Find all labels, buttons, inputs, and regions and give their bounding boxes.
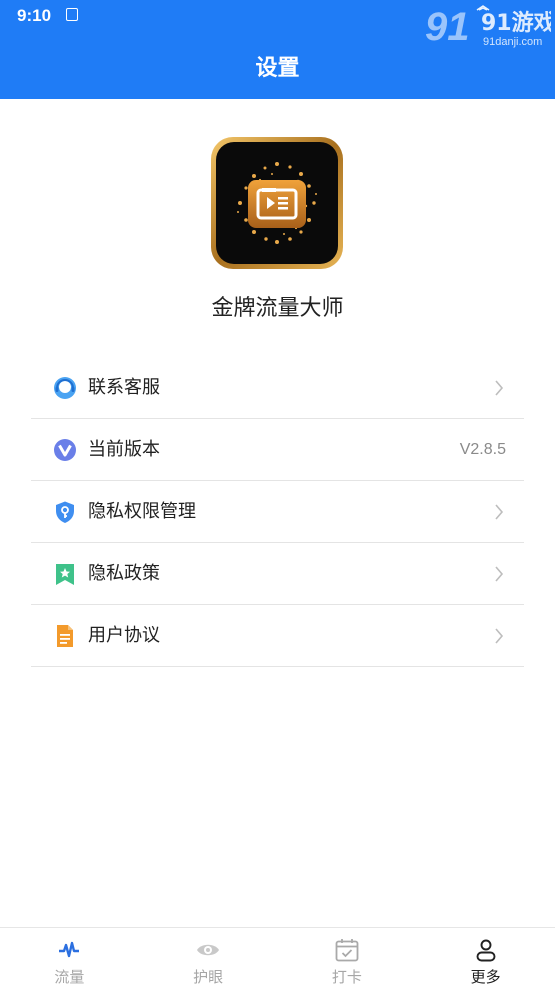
pulse-icon <box>59 941 80 958</box>
chevron-right-icon <box>495 566 504 582</box>
chevron-right-icon <box>495 504 504 520</box>
watermark-text: 91游戏 <box>481 10 551 36</box>
tab-eye-care[interactable]: 护眼 <box>139 928 278 988</box>
menu-item-contact-support[interactable]: 联系客服 <box>31 357 524 419</box>
bottom-tab-bar: 流量 护眼 打卡 更多 <box>0 927 555 988</box>
tab-label: 流量 <box>54 968 85 986</box>
user-icon <box>476 939 496 962</box>
menu-item-privacy-permissions[interactable]: 隐私权限管理 <box>31 481 524 543</box>
customer-service-icon <box>54 377 76 399</box>
watermark-site: 91danji.com <box>483 36 542 48</box>
tab-label: 护眼 <box>193 968 224 986</box>
tab-more[interactable]: 更多 <box>416 928 555 988</box>
menu-item-label: 用户协议 <box>88 625 160 646</box>
watermark-logo: 91 91游戏 91danji.com <box>425 5 551 49</box>
menu-item-label: 隐私政策 <box>88 563 160 584</box>
settings-screen: 9:10 91 91游戏 91danji.com 设置 金牌流量大师 联系客服 … <box>0 0 555 988</box>
version-icon <box>54 439 76 461</box>
menu-item-current-version: 当前版本 V2.8.5 <box>31 419 524 481</box>
tab-traffic[interactable]: 流量 <box>0 928 139 988</box>
svg-text:91: 91 <box>425 5 470 49</box>
header-bar: 9:10 91 91游戏 91danji.com 设置 <box>0 0 555 99</box>
menu-item-privacy-policy[interactable]: 隐私政策 <box>31 543 524 605</box>
menu-item-label: 当前版本 <box>88 439 160 460</box>
page-title: 设置 <box>255 56 300 81</box>
version-value: V2.8.5 <box>459 441 506 458</box>
chevron-right-icon <box>495 380 504 396</box>
tab-label: 更多 <box>470 968 501 986</box>
chevron-right-icon <box>495 628 504 644</box>
eye-icon <box>197 944 220 956</box>
settings-menu: 联系客服 当前版本 V2.8.5 隐私权限管理 隐私政策 用户协议 <box>31 357 524 667</box>
menu-item-user-agreement[interactable]: 用户协议 <box>31 605 524 667</box>
document-icon <box>57 625 73 647</box>
menu-item-label: 隐私权限管理 <box>88 501 196 522</box>
calendar-check-icon <box>335 939 359 962</box>
tab-label: 打卡 <box>331 968 362 986</box>
status-time: 9:10 <box>17 6 52 25</box>
app-logo <box>210 136 344 270</box>
app-name: 金牌流量大师 <box>211 296 344 321</box>
tab-check-in[interactable]: 打卡 <box>278 928 417 988</box>
shield-key-icon <box>56 501 74 523</box>
bookmark-star-icon <box>56 564 74 585</box>
menu-item-label: 联系客服 <box>88 377 160 398</box>
sim-card-icon <box>66 8 78 21</box>
